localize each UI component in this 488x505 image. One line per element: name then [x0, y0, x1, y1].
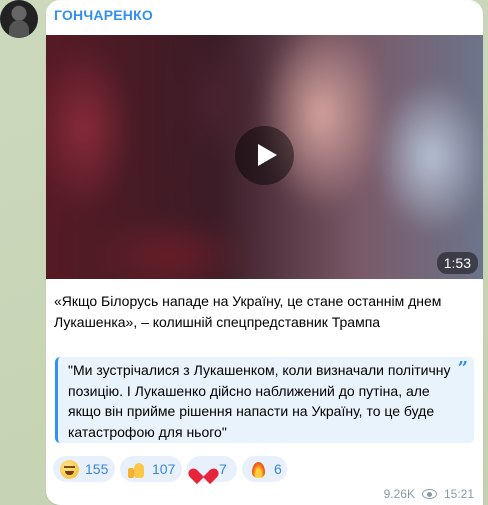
- message-caption: «Якщо Білорусь нападе на Україну, це ста…: [54, 293, 442, 330]
- message-bubble: ГОНЧАРЕНКО 1:53 «Якщо Білорусь нападе на…: [46, 0, 483, 505]
- reaction-thumbs-up[interactable]: 107: [120, 456, 182, 482]
- video-player[interactable]: 1:53: [46, 35, 483, 279]
- reaction-count: 107: [152, 461, 176, 477]
- reaction-grinning[interactable]: 155: [53, 456, 115, 482]
- channel-name[interactable]: ГОНЧАРЕНКО: [54, 7, 153, 23]
- thumbs-up-icon: [127, 460, 146, 479]
- channel-avatar[interactable]: [0, 0, 38, 38]
- eye-icon: [421, 489, 437, 499]
- reaction-count: 7: [219, 461, 227, 477]
- video-duration: 1:53: [436, 252, 478, 274]
- grinning-face-icon: [60, 459, 79, 479]
- view-count: 9.26K: [383, 487, 415, 501]
- reaction-fire[interactable]: 6: [242, 456, 287, 482]
- red-heart-icon: [194, 460, 213, 479]
- play-icon[interactable]: [235, 126, 294, 185]
- blockquote: "Ми зустрічалися з Лукашенком, коли визн…: [55, 357, 474, 443]
- quote-mark-icon: ”: [457, 358, 468, 379]
- fire-icon: [249, 460, 268, 479]
- message-meta: 9.26K 15:21: [384, 487, 474, 501]
- message-time: 15:21: [443, 487, 474, 501]
- reaction-count: 6: [274, 461, 282, 477]
- quote-text: "Ми зустрічалися з Лукашенком, коли визн…: [68, 362, 451, 440]
- reaction-heart[interactable]: 7: [187, 456, 237, 482]
- reaction-count: 155: [85, 461, 109, 477]
